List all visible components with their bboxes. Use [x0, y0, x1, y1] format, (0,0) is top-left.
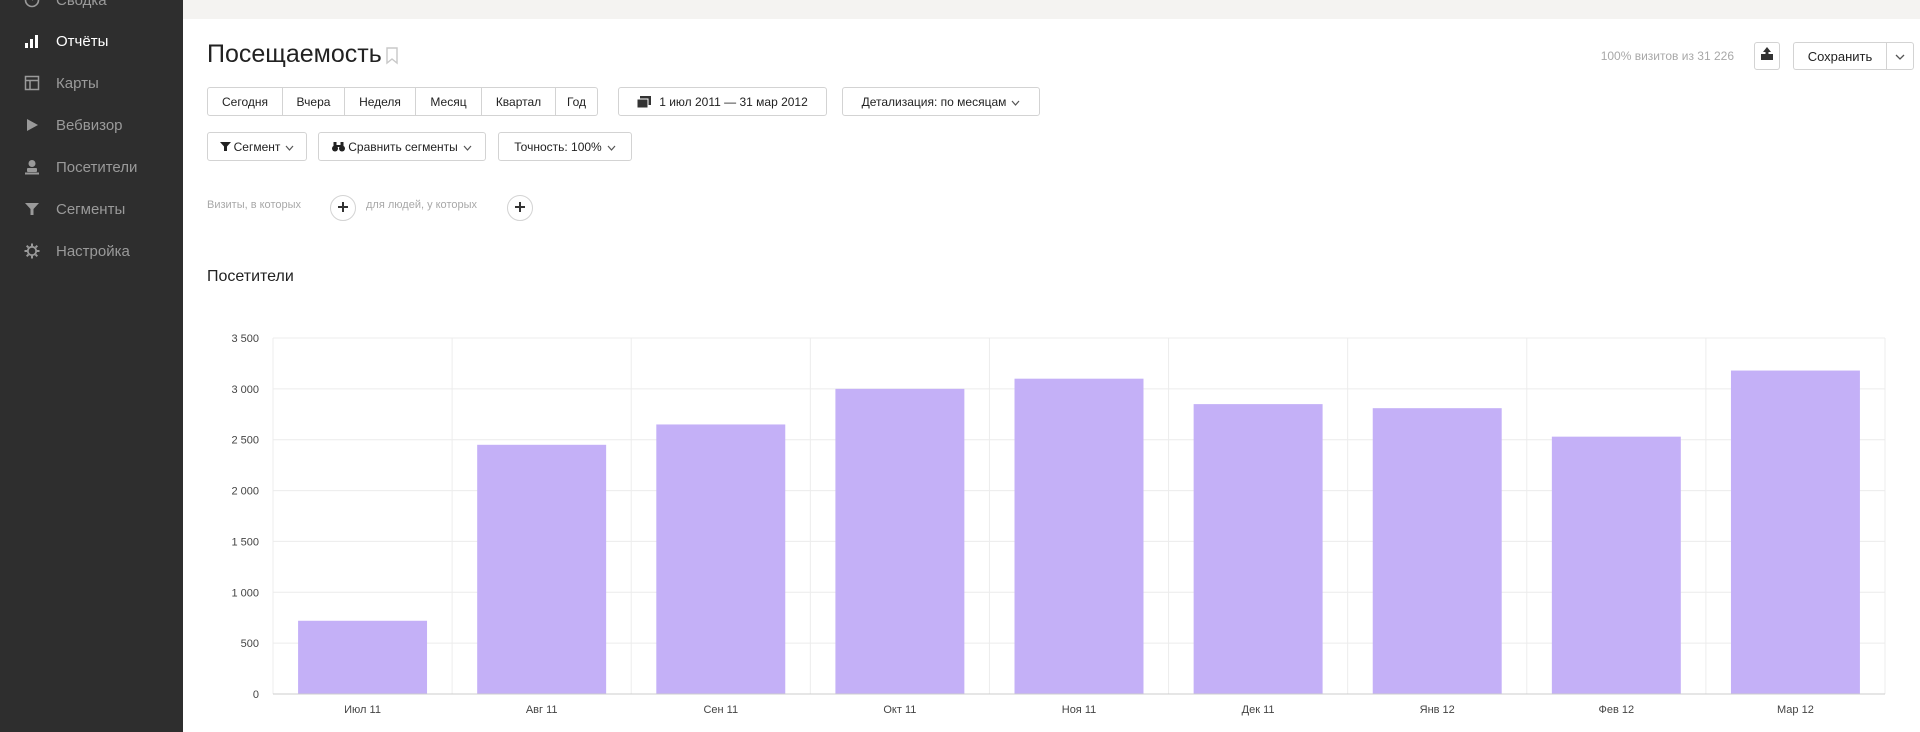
x-tick-label: Фев 12: [1599, 704, 1635, 716]
detail-dropdown[interactable]: Детализация: по месяцам: [842, 87, 1040, 116]
x-tick-label: Янв 12: [1420, 704, 1455, 716]
filter-icon: [219, 141, 231, 152]
calendar-icon: [637, 95, 652, 108]
dashboard-icon: [22, 0, 42, 10]
add-visit-condition-button[interactable]: [330, 195, 356, 221]
compare-segments-dropdown[interactable]: Сравнить сегменты: [318, 132, 486, 161]
bar-chart-icon: [22, 31, 42, 51]
sidebar-item-segments[interactable]: Сегменты: [0, 192, 183, 226]
section-title: Посетители: [207, 268, 294, 285]
visits-filter-label: Визиты, в которых: [207, 199, 301, 211]
x-tick-label: Ноя 11: [1062, 704, 1097, 716]
bar: [1193, 404, 1323, 694]
y-tick-label: 3 500: [231, 333, 259, 345]
x-tick-label: Окт 11: [883, 704, 916, 716]
period-selector: Сегодня Вчера Неделя Месяц Квартал Год: [207, 87, 598, 116]
y-tick-label: 1 000: [231, 587, 259, 599]
visits-info: 100% визитов из 31 226: [1600, 49, 1734, 63]
gear-icon: [22, 241, 42, 261]
y-tick-label: 500: [241, 638, 259, 650]
sidebar-item-reports[interactable]: Отчёты: [0, 24, 183, 58]
sidebar-item-label: Карты: [56, 74, 99, 92]
sidebar-item-label: Сегменты: [56, 200, 126, 218]
export-icon: [1760, 46, 1774, 66]
period-month-button[interactable]: Месяц: [416, 87, 482, 116]
bar: [477, 444, 607, 694]
sidebar-item-label: Вебвизор: [56, 116, 123, 134]
period-yesterday-button[interactable]: Вчера: [283, 87, 345, 116]
sidebar-item-label: Посетители: [56, 158, 138, 176]
save-button[interactable]: Сохранить: [1793, 42, 1886, 70]
sidebar-item-summary[interactable]: Сводка: [0, 0, 183, 17]
sidebar-item-webvisor[interactable]: Вебвизор: [0, 108, 183, 142]
accuracy-label: Точность: 100%: [514, 139, 602, 154]
save-menu-button[interactable]: [1886, 42, 1914, 70]
date-range-button[interactable]: 1 июл 2011 — 31 мар 2012: [618, 87, 827, 116]
bar: [1551, 436, 1681, 694]
chevron-down-icon: [463, 140, 472, 154]
chevron-down-icon: [607, 140, 616, 154]
x-tick-label: Авг 11: [526, 704, 558, 716]
y-tick-label: 0: [253, 689, 259, 701]
visitors-bar-chart: 0 500 1 000 1 500 2 000 2 500 3 000 3 500 Июл 11…: [231, 333, 1886, 716]
sidebar: Сводка Отчёты Карты Вебвизор Посетители …: [0, 0, 183, 732]
x-tick-label: Июл 11: [344, 704, 381, 716]
segment-label: Сегмент: [233, 139, 281, 154]
period-week-button[interactable]: Неделя: [345, 87, 416, 116]
segment-dropdown[interactable]: Сегмент: [207, 132, 307, 161]
top-strip: [183, 0, 1920, 19]
plus-icon: [515, 199, 525, 217]
people-filter-label: для людей, у которых: [366, 199, 477, 211]
page-title: Посещаемость: [207, 40, 382, 68]
sidebar-item-label: Отчёты: [56, 32, 109, 50]
period-quarter-button[interactable]: Квартал: [482, 87, 556, 116]
y-tick-label: 1 500: [231, 536, 259, 548]
bookmark-icon[interactable]: [385, 47, 399, 65]
sidebar-item-label: Настройка: [56, 242, 130, 260]
plus-icon: [338, 199, 348, 217]
export-button[interactable]: [1754, 42, 1780, 70]
bar: [656, 424, 786, 694]
sidebar-item-label: Сводка: [56, 0, 107, 9]
play-icon: [22, 115, 42, 135]
y-tick-label: 2 500: [231, 435, 259, 447]
bar: [1014, 378, 1144, 694]
bar: [835, 388, 965, 694]
sidebar-item-maps[interactable]: Карты: [0, 66, 183, 100]
date-range-label: 1 июл 2011 — 31 мар 2012: [659, 94, 808, 109]
binoculars-icon: [332, 141, 346, 152]
filter-icon: [22, 199, 42, 219]
compare-label: Сравнить сегменты: [348, 139, 458, 154]
sidebar-item-settings[interactable]: Настройка: [0, 234, 183, 268]
user-icon: [22, 157, 42, 177]
sidebar-item-visitors[interactable]: Посетители: [0, 150, 183, 184]
accuracy-dropdown[interactable]: Точность: 100%: [498, 132, 632, 161]
x-tick-label: Мар 12: [1777, 704, 1814, 716]
bar: [1372, 408, 1502, 694]
bar: [1730, 370, 1860, 694]
chevron-down-icon: [1011, 95, 1020, 109]
y-tick-label: 3 000: [231, 384, 259, 396]
detail-label: Детализация: по месяцам: [861, 94, 1007, 109]
chevron-down-icon: [1895, 47, 1905, 65]
bar: [298, 620, 428, 694]
period-year-button[interactable]: Год: [556, 87, 598, 116]
y-tick-label: 2 000: [231, 486, 259, 498]
map-icon: [22, 73, 42, 93]
chevron-down-icon: [285, 140, 294, 154]
period-today-button[interactable]: Сегодня: [207, 87, 283, 116]
x-tick-label: Сен 11: [703, 704, 738, 716]
x-tick-label: Дек 11: [1242, 704, 1275, 716]
add-people-condition-button[interactable]: [507, 195, 533, 221]
